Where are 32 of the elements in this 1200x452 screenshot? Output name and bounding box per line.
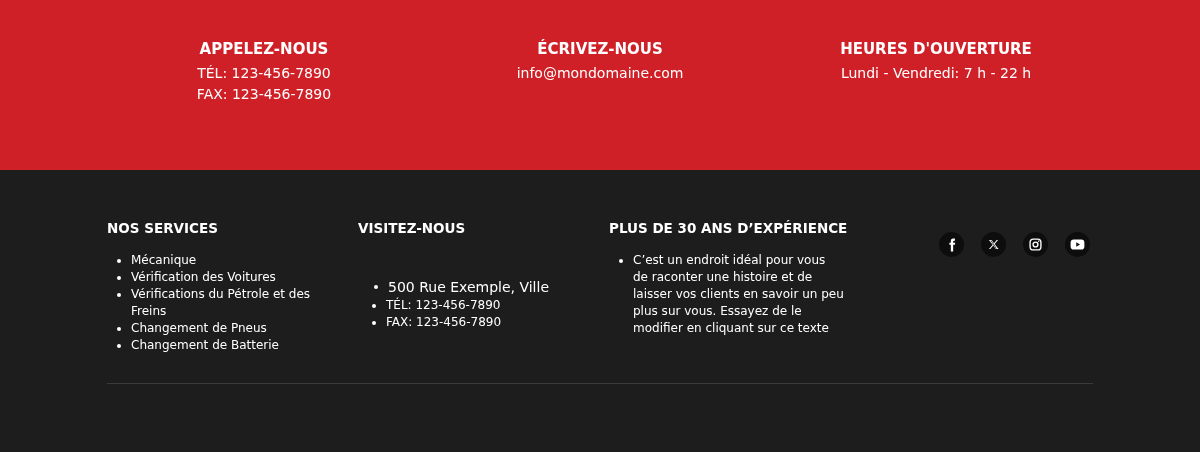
- contact-heading: ÉCRIVEZ-NOUS: [537, 40, 663, 58]
- footer-heading: NOS SERVICES: [107, 220, 218, 236]
- contact-text: TÉL: 123-456-7890: [197, 64, 331, 83]
- contact-heading: APPELEZ-NOUS: [199, 40, 329, 58]
- instagram-icon[interactable]: [1023, 232, 1048, 257]
- bullet-icon: [117, 259, 121, 263]
- youtube-icon[interactable]: [1065, 232, 1090, 257]
- bullet-icon: [619, 259, 623, 263]
- bullet-icon: [117, 276, 121, 280]
- bullet-icon: [374, 285, 378, 289]
- bullet-icon: [117, 344, 121, 348]
- contact-text: info@mondomaine.com: [516, 64, 684, 83]
- contact-text: FAX: 123-456-7890: [196, 85, 332, 104]
- service-item[interactable]: Vérifications du Pétrole et des Freins: [131, 286, 332, 320]
- about-paragraph: C’est un endroit idéal pour vous de raconter une histoire et de laisser vos clients en savoir un peu plus sur vous. Essayez de le modifier en cliquant sur ce texte: [633, 252, 844, 337]
- contact-text: Lundi - Vendredi: 7 h - 22 h: [840, 64, 1032, 83]
- service-item[interactable]: Vérification des Voitures: [131, 269, 276, 286]
- service-item[interactable]: Changement de Pneus: [131, 320, 267, 337]
- contact-heading: HEURES D'OUVERTURE: [840, 40, 1032, 58]
- bullet-icon: [117, 327, 121, 331]
- bullet-icon: [117, 293, 121, 297]
- facebook-icon[interactable]: [939, 232, 964, 257]
- contact-text: FAX: 123-456-7890: [386, 314, 502, 331]
- contact-text: TÉL: 123-456-7890: [386, 297, 501, 314]
- footer-heading: PLUS DE 30 ANS D’EXPÉRIENCE: [609, 220, 848, 236]
- address-text: 500 Rue Exemple, Ville: [388, 278, 549, 297]
- bullet-icon: [372, 304, 376, 308]
- x-icon[interactable]: [981, 232, 1006, 257]
- service-item[interactable]: Changement de Batterie: [131, 337, 279, 354]
- bullet-icon: [372, 321, 376, 325]
- footer-heading: VISITEZ-NOUS: [358, 220, 466, 236]
- service-item[interactable]: Mécanique: [131, 252, 197, 269]
